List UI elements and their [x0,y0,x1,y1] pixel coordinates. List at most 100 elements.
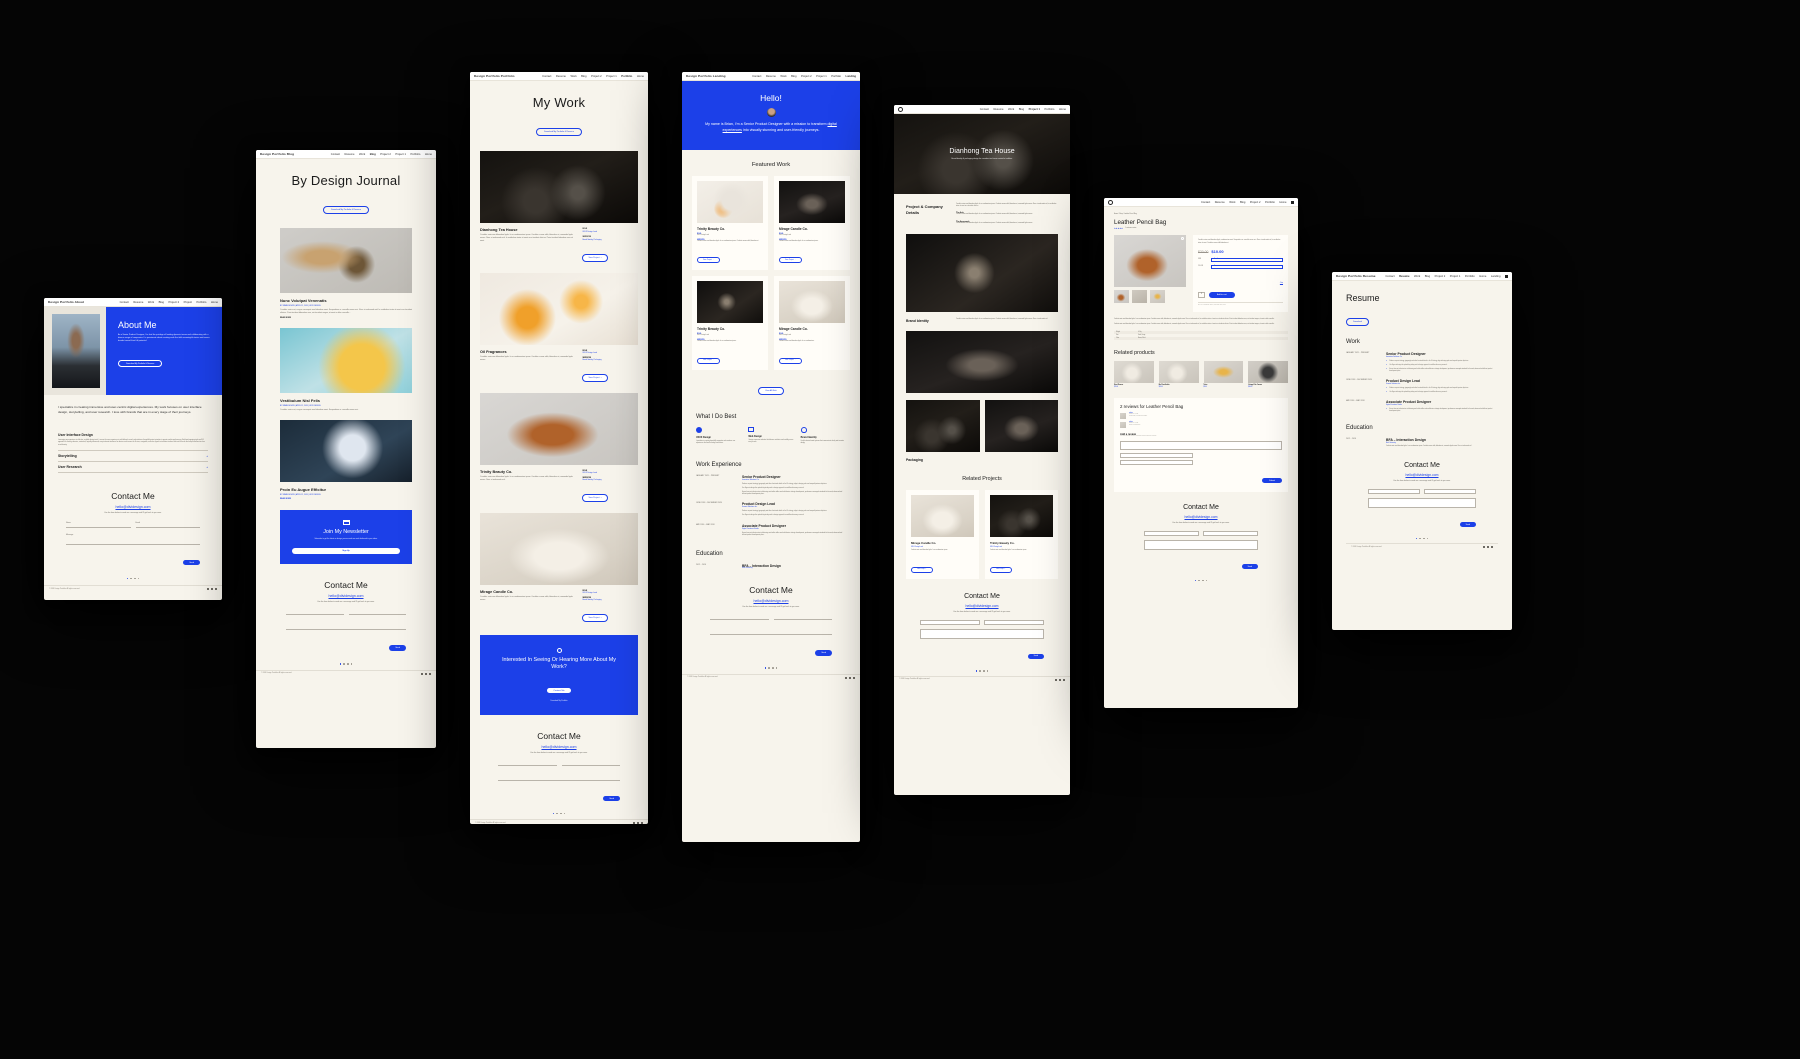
related-product[interactable]: Vintage Film Camera $60.00 [1248,360,1288,388]
project1-contact-email[interactable]: hello@dividesign.com [920,604,1044,608]
product-thumb[interactable] [1150,290,1165,304]
blog-download-button[interactable]: Download My Portfolio & Resume [323,206,369,214]
cart-icon[interactable] [1505,274,1508,278]
related-view-button[interactable]: View Project → [911,566,934,573]
nav-portfolio[interactable]: Portfolio [1265,201,1275,204]
blog-field-name[interactable] [286,612,344,616]
nav-project1[interactable]: Project 1 [816,75,827,78]
related-product[interactable]: Twine $8.00 [1203,360,1244,388]
featured-title[interactable]: Trinity Beauty Co. [697,327,763,331]
landing-field-message[interactable] [710,627,832,636]
blog-nav[interactable]: Contact Resume Work Blog Project 2 Proje… [331,153,432,156]
project-title[interactable]: Dianhong Tea House [480,228,574,232]
nav-portfolio[interactable]: Portfolio [1465,275,1475,278]
nav-work[interactable]: Work [780,75,786,78]
project-title[interactable]: Oil Fragrances [480,350,574,354]
blog-post[interactable]: Vestibulum Nisl Felis BY BRIAN MOHRS | A… [256,319,436,412]
blog-field-email[interactable] [348,612,406,616]
nav-project2[interactable]: Project 2 [591,75,602,78]
about-social-icons[interactable] [207,588,217,591]
nav-contact[interactable]: Contact [331,153,340,156]
nav-project2[interactable]: Project 2 [1250,201,1261,204]
about-field-email[interactable] [135,525,200,528]
nav-contact[interactable]: Contact [752,75,761,78]
window-about[interactable]: Design Portfolio About Contact Resume Wo… [44,298,222,600]
nav-resume[interactable]: Resume [766,75,776,78]
shop-contact-email[interactable]: hello@dividesign.com [1144,515,1258,519]
resume-download-button[interactable]: Download [1346,318,1369,326]
project1-field-message[interactable] [920,629,1044,640]
shop-nav[interactable]: Contact Resume Work Blog Project 2 Portf… [1201,200,1294,204]
nav-project2[interactable]: Project 2 [380,153,391,156]
related-product[interactable]: Dried Flowers $15.00 [1114,360,1154,388]
nav-home[interactable]: Home [211,301,218,304]
window-landing[interactable]: Design Portfolio Landing Contact Resume … [682,72,860,842]
resume-field-name[interactable] [1368,488,1420,494]
nav-home[interactable]: Home [1479,275,1486,278]
newsletter-email-input[interactable]: Sign Up [292,547,400,554]
product-color-select[interactable]: Brown ▾ [1211,264,1283,269]
nav-home[interactable]: Home [1279,201,1286,204]
nav-resume[interactable]: Resume [556,75,566,78]
nav-contact[interactable]: Contact [120,301,129,304]
related-title[interactable]: Trinity Beauty Co. [990,541,1053,545]
about-download-button[interactable]: Download My Portfolio & Resume [118,359,163,368]
nav-project1[interactable]: Project 1 [1450,275,1461,278]
nav-home[interactable]: Home [425,153,432,156]
nav-project2[interactable]: Project 2 [1435,275,1446,278]
accordion-storytelling[interactable]: Storytelling + [58,451,208,462]
window-resume[interactable]: Design Portfolio Resume Contact Resume W… [1332,272,1512,630]
about-nav[interactable]: Contact Resume Work Blog Project 2 Proje… [120,301,218,304]
shop-field-name[interactable] [1144,530,1199,536]
nav-blog[interactable]: Blog [370,153,376,156]
project-view-button[interactable]: View Project → [582,374,609,382]
project-title[interactable]: Trinity Beauty Co. [480,470,574,474]
nav-blog[interactable]: Blog [1425,275,1430,278]
nav-portfolio[interactable]: Portfolio [621,75,632,78]
featured-view-button[interactable]: View Project → [697,257,720,264]
nav-resume[interactable]: Resume [993,108,1003,111]
project1-nav[interactable]: Contact Resume Work Blog Project 1 Portf… [980,108,1066,111]
resume-nav[interactable]: Contact Resume Work Blog Project 2 Proje… [1385,274,1508,278]
resume-social-icons[interactable] [1483,546,1493,549]
project-view-button[interactable]: View Project → [582,254,609,262]
blog-post-title[interactable]: Proin Eu Augue Efficitur [280,487,412,492]
blog-pagination[interactable] [256,663,436,665]
portfolio-project[interactable]: Mirage Candle Co. Curabitur enim sem bib… [470,503,648,623]
landing-social-icons[interactable] [845,676,855,679]
review-submit-button[interactable]: Submit [1262,478,1282,484]
nav-work[interactable]: Work [359,153,365,156]
featured-title[interactable]: Trinity Beauty Co. [697,227,763,231]
portfolio-field-message[interactable] [498,773,620,781]
featured-view-button[interactable]: View Project → [697,357,720,364]
related-product[interactable]: Bio Plant Holder $24.00 [1158,360,1199,388]
resume-send-button[interactable]: Send [1459,522,1476,528]
nav-work[interactable]: Work [1414,275,1420,278]
nav-portfolio[interactable]: Portfolio [831,75,841,78]
portfolio-project[interactable]: Dianhong Tea House Curabitur enim sem bi… [470,137,648,263]
add-to-cart-button[interactable]: Add to cart [1209,291,1235,298]
nav-contact[interactable]: Contact [1201,201,1210,204]
landing-field-email[interactable] [773,617,832,621]
nav-project[interactable]: Project [184,301,192,304]
featured-title[interactable]: Mirage Candle Co. [779,327,845,331]
project1-send-button[interactable]: Send [1027,653,1044,659]
resume-pagination[interactable] [1346,537,1498,540]
about-contact-email[interactable]: hello@dividesign.com [66,505,200,509]
nav-contact[interactable]: Contact [1385,275,1394,278]
shop-field-message[interactable] [1144,539,1258,550]
portfolio-send-button[interactable]: Send [603,796,620,802]
view-all-work-button[interactable]: View All Work [758,387,784,395]
cta-sub[interactable]: Download My Portfolio [498,700,620,702]
resume-contact-email[interactable]: hello@dividesign.com [1368,473,1476,477]
shop-pagination[interactable] [1114,579,1288,582]
accordion-user-research[interactable]: User Research + [58,462,208,473]
landing-field-name[interactable] [710,617,769,621]
project-view-button[interactable]: View Project → [582,614,609,622]
product-main-image[interactable] [1114,235,1186,288]
nav-home[interactable]: Home [1059,108,1066,111]
window-portfolio[interactable]: Design Portfolio Portfolio Contact Resum… [470,72,648,824]
resume-field-email[interactable] [1424,488,1476,494]
nav-blog[interactable]: Blog [1240,201,1245,204]
cta-contact-button[interactable]: Contact Me [547,687,571,694]
